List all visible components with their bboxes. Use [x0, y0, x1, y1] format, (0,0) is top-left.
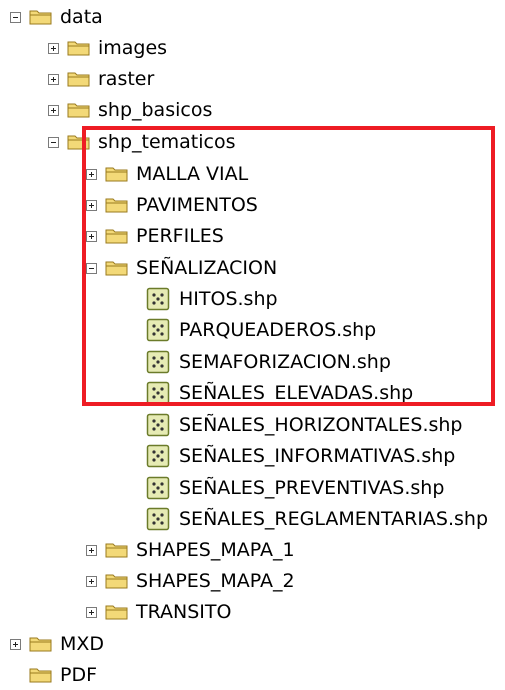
tree-label: SEÑALES_ELEVADAS.shp [179, 382, 414, 404]
folder-icon [105, 543, 128, 558]
folder-icon [105, 605, 128, 620]
tree-label: shp_tematicos [98, 131, 236, 153]
tree-label: MXD [60, 633, 105, 655]
expand-toggle[interactable] [86, 199, 97, 211]
tree-node-shp-tematicos[interactable]: shp_tematicos [48, 127, 236, 157]
tree-node-hitos-shp[interactable]: HITOS.shp [146, 284, 278, 314]
tree-label: TRANSITO [136, 601, 232, 623]
tree-label: images [98, 37, 168, 59]
tree-label: PAVIMENTOS [136, 194, 258, 216]
tree-node-perfiles[interactable]: PERFILES [86, 221, 224, 251]
collapse-toggle[interactable] [86, 262, 97, 274]
folder-icon [105, 198, 128, 213]
tree-node-senales-horizontales-shp[interactable]: SEÑALES_HORIZONTALES.shp [146, 410, 462, 440]
shapefile-point-icon [146, 444, 170, 468]
folder-icon [67, 72, 90, 87]
tree-node-pdf[interactable]: PDF [10, 660, 97, 690]
tree-label: PARQUEADEROS.shp [179, 319, 377, 341]
tree-node-pavimentos[interactable]: PAVIMENTOS [86, 190, 258, 220]
expand-toggle[interactable] [86, 230, 97, 242]
expand-toggle[interactable] [48, 73, 59, 85]
tree-node-mxd[interactable]: MXD [10, 629, 104, 659]
tree-label: SEÑALES_INFORMATIVAS.shp [179, 445, 456, 467]
tree-label: data [60, 6, 103, 28]
expand-toggle[interactable] [48, 104, 59, 116]
shapefile-point-icon [146, 381, 170, 405]
tree-node-malla-vial[interactable]: MALLA VIAL [86, 159, 248, 189]
tree-label: shp_basicos [98, 99, 213, 121]
shapefile-point-icon [146, 318, 170, 342]
collapse-toggle[interactable] [10, 11, 21, 23]
shapefile-point-icon [146, 287, 170, 311]
shapefile-point-icon [146, 507, 170, 531]
tree-node-senales-preventivas-shp[interactable]: SEÑALES_PREVENTIVAS.shp [146, 473, 444, 503]
folder-icon [67, 103, 90, 118]
collapse-toggle[interactable] [48, 136, 59, 148]
expand-toggle[interactable] [86, 168, 97, 180]
tree-label: SEMAFORIZACION.shp [179, 351, 391, 373]
shapefile-point-icon [146, 413, 170, 437]
tree-node-shp-basicos[interactable]: shp_basicos [48, 95, 212, 125]
folder-icon [67, 41, 90, 56]
folder-icon [105, 261, 128, 276]
folder-icon [29, 637, 52, 652]
tree-label: SEÑALES_REGLAMENTARIAS.shp [179, 508, 489, 530]
folder-icon [105, 167, 128, 182]
tree-node-senales-reglamentarias-shp[interactable]: SEÑALES_REGLAMENTARIAS.shp [146, 504, 488, 534]
folder-icon [105, 229, 128, 244]
folder-icon [67, 135, 90, 150]
tree-label: PDF [60, 664, 98, 686]
tree-node-data[interactable]: data [10, 2, 103, 32]
tree-label: SEÑALES_HORIZONTALES.shp [179, 414, 463, 436]
expand-toggle[interactable] [86, 544, 97, 556]
tree-node-senales-informativas-shp[interactable]: SEÑALES_INFORMATIVAS.shp [146, 441, 455, 471]
tree-node-semaforizacion-shp[interactable]: SEMAFORIZACION.shp [146, 347, 391, 377]
tree-label: SHAPES_MAPA_1 [136, 539, 295, 561]
folder-icon [29, 668, 52, 683]
tree-label: PERFILES [136, 225, 224, 247]
tree-node-shapes-mapa-1[interactable]: SHAPES_MAPA_1 [86, 535, 295, 565]
tree-label: SHAPES_MAPA_2 [136, 570, 295, 592]
tree-node-senales-elevadas-shp[interactable]: SEÑALES_ELEVADAS.shp [146, 378, 413, 408]
shapefile-point-icon [146, 350, 170, 374]
expand-toggle[interactable] [86, 606, 97, 618]
folder-icon [105, 574, 128, 589]
shapefile-point-icon [146, 476, 170, 500]
tree-label: HITOS.shp [179, 288, 278, 310]
no-toggle-spacer [10, 670, 21, 681]
tree-node-transito[interactable]: TRANSITO [86, 597, 231, 627]
tree-label: SEÑALES_PREVENTIVAS.shp [179, 477, 445, 499]
expand-toggle[interactable] [10, 638, 21, 650]
expand-toggle[interactable] [48, 42, 59, 54]
tree-node-senalizacion[interactable]: SEÑALIZACION [86, 253, 277, 283]
tree-label: SEÑALIZACION [136, 257, 278, 279]
folder-icon [29, 10, 52, 25]
tree-node-images[interactable]: images [48, 33, 167, 63]
tree-node-parqueaderos-shp[interactable]: PARQUEADEROS.shp [146, 315, 376, 345]
tree-label: raster [98, 68, 155, 90]
expand-toggle[interactable] [86, 575, 97, 587]
tree-node-shapes-mapa-2[interactable]: SHAPES_MAPA_2 [86, 566, 295, 596]
tree-label: MALLA VIAL [136, 163, 249, 185]
tree-node-raster[interactable]: raster [48, 64, 154, 94]
